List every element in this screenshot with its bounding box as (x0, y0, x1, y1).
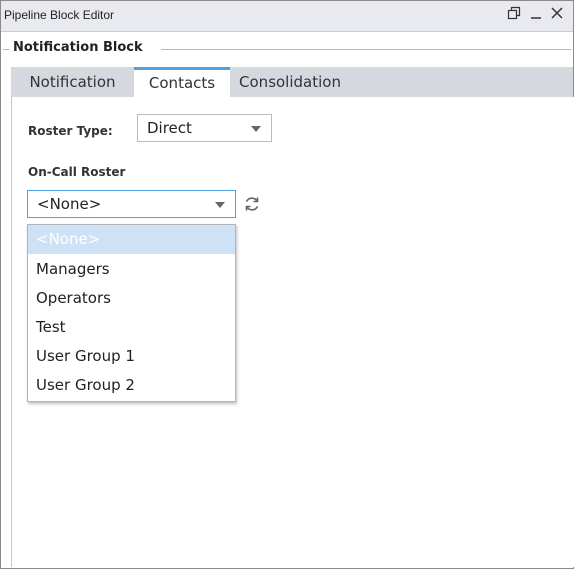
title-bar[interactable]: Pipeline Block Editor (1, 1, 573, 32)
roster-type-label: Roster Type: (28, 124, 113, 138)
on-call-roster-label: On-Call Roster (28, 165, 126, 179)
tab-contacts[interactable]: Contacts (134, 67, 230, 99)
dropdown-option[interactable]: Operators (28, 284, 235, 313)
dropdown-option[interactable]: Managers (28, 255, 235, 284)
chevron-down-icon (251, 126, 261, 132)
group-title: Notification Block (11, 40, 145, 55)
tab-strip: Notification Contacts Consolidation (11, 67, 573, 99)
window-title: Pipeline Block Editor (4, 8, 115, 22)
close-icon[interactable] (550, 6, 564, 24)
tab-consolidation[interactable]: Consolidation (230, 67, 350, 97)
dropdown-option[interactable]: <None> (28, 225, 235, 254)
refresh-icon[interactable] (242, 194, 262, 214)
roster-type-select[interactable]: Direct (137, 114, 272, 142)
restore-icon[interactable] (507, 6, 521, 24)
tab-notification[interactable]: Notification (11, 67, 134, 97)
group-border-right (161, 49, 571, 50)
chevron-down-icon (215, 202, 225, 208)
dropdown-option[interactable]: Test (28, 313, 235, 342)
on-call-roster-value: <None> (37, 195, 102, 213)
dropdown-option[interactable]: User Group 1 (28, 342, 235, 371)
pipeline-block-editor-window: Pipeline Block Editor Notification Block… (0, 0, 574, 569)
group-border-left (3, 49, 9, 50)
on-call-roster-select[interactable]: <None> (27, 190, 236, 218)
dropdown-option[interactable]: User Group 2 (28, 371, 235, 400)
on-call-roster-dropdown-list: <None> Managers Operators Test User Grou… (27, 224, 236, 402)
roster-type-value: Direct (147, 119, 192, 137)
minimize-icon[interactable] (529, 6, 543, 24)
